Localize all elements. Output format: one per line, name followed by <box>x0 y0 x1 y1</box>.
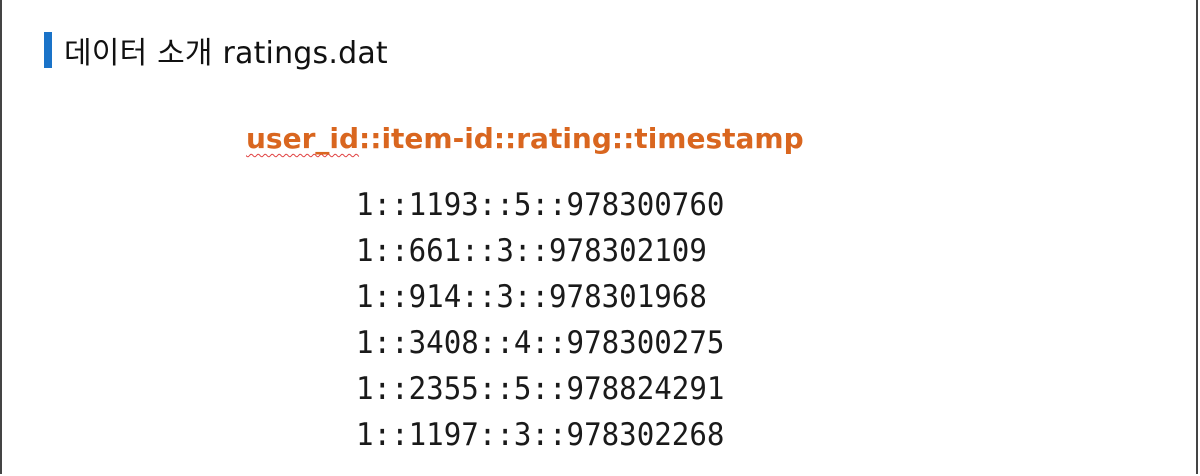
ratings-record: 1::2355::5::978824291 <box>356 371 725 407</box>
format-description: user_id::item-id::rating::timestamp <box>246 122 804 155</box>
ratings-record: 1::3408::4::978300275 <box>356 325 725 361</box>
slide-heading: 데이터 소개 ratings.dat <box>44 30 388 71</box>
ratings-record: 1::914::3::978301968 <box>356 279 707 315</box>
format-field-rest: ::item-id::rating::timestamp <box>359 122 804 155</box>
ratings-record: 1::1193::5::978300760 <box>356 187 725 223</box>
ratings-record: 1::661::3::978302109 <box>356 233 707 269</box>
heading-marker <box>44 32 52 68</box>
ratings-record-list: 1::1193::5::978300760 1::661::3::9783021… <box>356 182 748 458</box>
format-field-user-id: user_id <box>246 122 360 155</box>
ratings-record: 1::1197::3::978302268 <box>356 417 725 453</box>
heading-title: 데이터 소개 ratings.dat <box>64 36 388 71</box>
